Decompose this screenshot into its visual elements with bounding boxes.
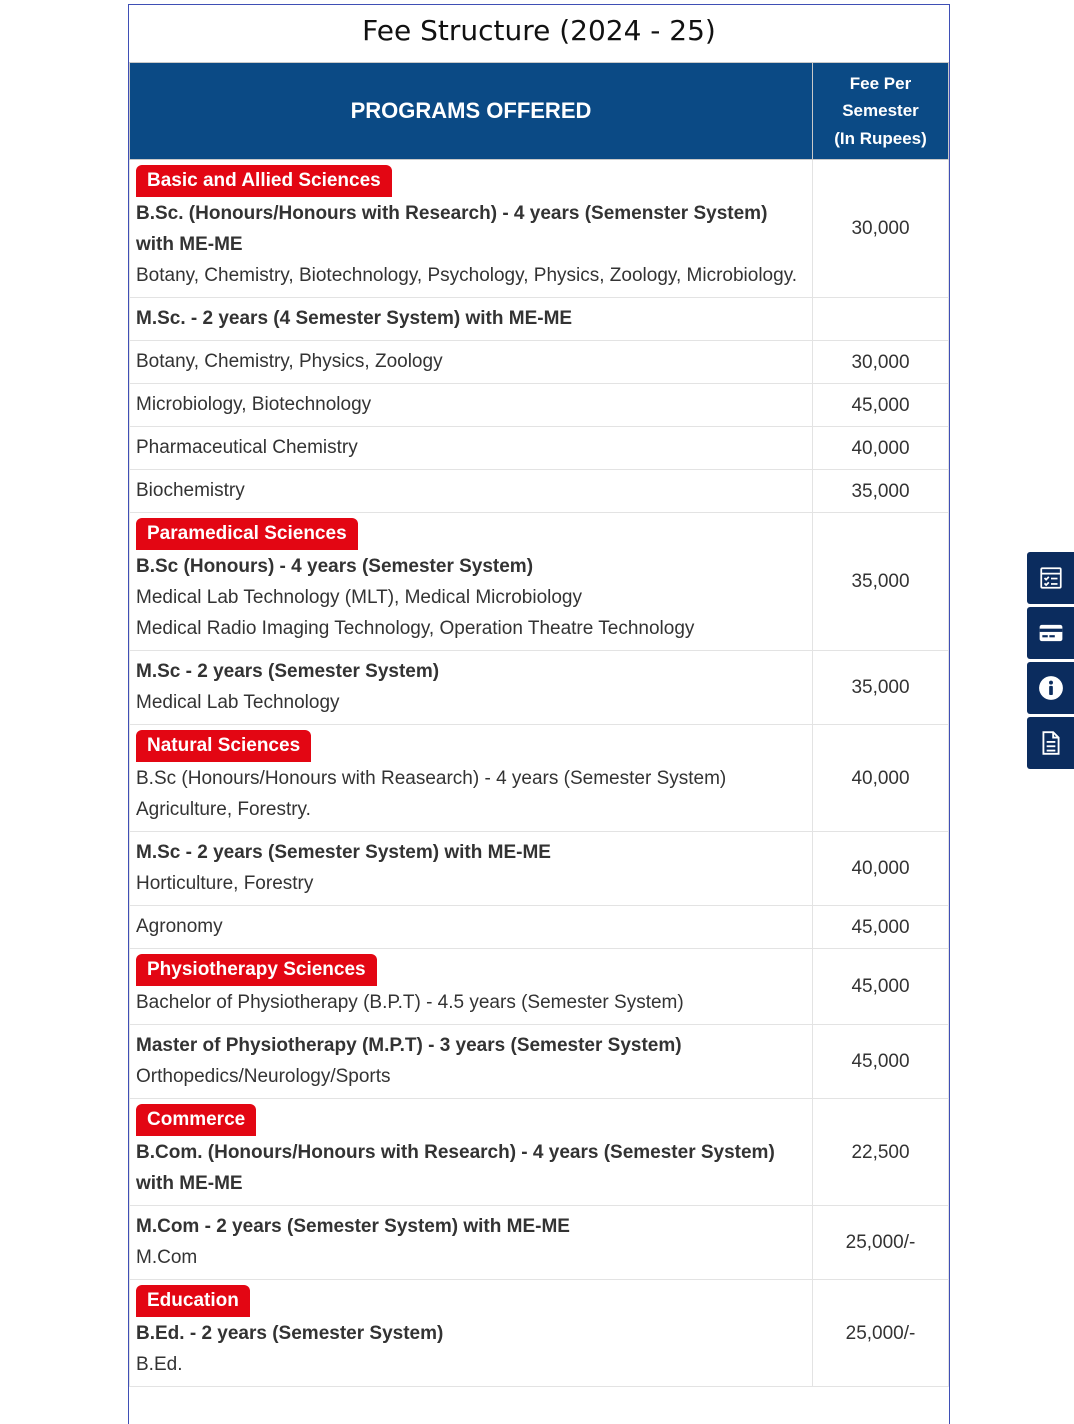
program-title: B.Sc. (Honours/Honours with Research) - …	[136, 203, 768, 255]
programs-header: PROGRAMS OFFERED	[129, 62, 813, 160]
program-subjects: Botany, Chemistry, Biotechnology, Psycho…	[136, 265, 798, 286]
apply-form-icon	[1039, 567, 1062, 589]
program-cell: Education B.Ed. - 2 years (Semester Syste…	[129, 1279, 813, 1387]
fee-cell: 45,000	[812, 948, 949, 1025]
program-cell: M.Sc - 2 years (Semester System) with ME…	[129, 831, 813, 906]
program-subjects: Medical Radio Imaging Technology, Operat…	[136, 618, 695, 639]
fee-structure-panel: Fee Structure (2024 - 25) PROGRAMS OFFER…	[128, 4, 950, 1424]
program-title: B.Sc (Honours) - 4 years (Semester Syste…	[136, 556, 534, 577]
program-cell: Commerce B.Com. (Honours/Honours with Res…	[129, 1098, 813, 1206]
program-cell: Microbiology, Biotechnology	[129, 383, 813, 427]
program-cell: Physiotherapy Sciences Bachelor of Physio…	[129, 948, 813, 1025]
table-row: Natural Sciences B.Sc (Honours/Honours wi…	[129, 724, 949, 832]
program-cell: Natural Sciences B.Sc (Honours/Honours wi…	[129, 724, 813, 832]
category-badge: Paramedical Sciences	[136, 518, 358, 550]
table-row: Physiotherapy Sciences Bachelor of Physio…	[129, 948, 949, 1025]
program-subjects: Agronomy	[136, 916, 223, 937]
fee-cell: 35,000	[812, 512, 949, 651]
brochure-document-icon	[1041, 731, 1060, 755]
category-badge: Basic and Allied Sciences	[136, 165, 392, 197]
side-button-info[interactable]	[1027, 662, 1074, 714]
table-row: M.Sc - 2 years (Semester System) Medical …	[129, 650, 949, 725]
fee-header-line: Fee Per	[849, 73, 912, 93]
fee-cell: 45,000	[812, 905, 949, 949]
program-cell: Pharmaceutical Chemistry	[129, 426, 813, 470]
table-row: M.Com - 2 years (Semester System) with M…	[129, 1205, 949, 1280]
table-row: Pharmaceutical Chemistry 40,000	[129, 426, 949, 470]
fee-cell: 45,000	[812, 383, 949, 427]
table-row: Biochemistry 35,000	[129, 469, 949, 513]
program-subjects: B.Sc (Honours/Honours with Reasearch) - …	[136, 768, 727, 789]
program-subjects: Pharmaceutical Chemistry	[136, 437, 358, 458]
side-button-brochure[interactable]	[1027, 717, 1074, 769]
program-title: M.Sc. - 2 years (4 Semester System) with…	[136, 308, 573, 329]
payment-card-icon	[1039, 624, 1062, 642]
program-cell: Master of Physiotherapy (M.P.T) - 3 year…	[129, 1024, 813, 1099]
fee-cell: 25,000/-	[812, 1279, 949, 1387]
program-subjects: Horticulture, Forestry	[136, 873, 314, 894]
program-subjects: B.Ed.	[136, 1354, 183, 1375]
table-row: Master of Physiotherapy (M.P.T) - 3 year…	[129, 1024, 949, 1099]
fee-cell: 22,500	[812, 1098, 949, 1206]
fee-cell: 40,000	[812, 724, 949, 832]
program-title: B.Com. (Honours/Honours with Research) -…	[136, 1142, 775, 1194]
fee-cell: 40,000	[812, 426, 949, 470]
program-cell: M.Sc - 2 years (Semester System) Medical …	[129, 650, 813, 725]
program-subjects: M.Com	[136, 1247, 198, 1268]
table-row: Microbiology, Biotechnology 45,000	[129, 383, 949, 427]
fee-table: PROGRAMS OFFERED Fee Per Semester (In Ru…	[129, 62, 949, 1387]
fee-cell: 25,000/-	[812, 1205, 949, 1280]
fee-cell: 45,000	[812, 1024, 949, 1099]
program-subjects: Orthopedics/Neurology/Sports	[136, 1066, 391, 1087]
table-row: M.Sc. - 2 years (4 Semester System) with…	[129, 297, 949, 341]
side-button-payment[interactable]	[1027, 607, 1074, 659]
category-badge: Physiotherapy Sciences	[136, 954, 377, 986]
table-row: Botany, Chemistry, Physics, Zoology 30,00…	[129, 340, 949, 384]
table-row: Education B.Ed. - 2 years (Semester Syste…	[129, 1279, 949, 1387]
table-row: M.Sc - 2 years (Semester System) with ME…	[129, 831, 949, 906]
category-badge: Commerce	[136, 1104, 257, 1136]
side-button-apply[interactable]	[1027, 552, 1074, 604]
program-subjects: Microbiology, Biotechnology	[136, 394, 372, 415]
program-subjects: Agriculture, Forestry.	[136, 799, 311, 820]
program-title: Master of Physiotherapy (M.P.T) - 3 year…	[136, 1035, 682, 1056]
category-badge: Education	[136, 1285, 250, 1317]
program-cell: Botany, Chemistry, Physics, Zoology	[129, 340, 813, 384]
program-subjects: Bachelor of Physiotherapy (B.P.T) - 4.5 …	[136, 992, 684, 1013]
fee-header-line: Semester	[842, 101, 919, 121]
fee-cell: 40,000	[812, 831, 949, 906]
fee-header-line: (In Rupees)	[834, 128, 927, 148]
table-row: Commerce B.Com. (Honours/Honours with Res…	[129, 1098, 949, 1206]
info-icon	[1038, 676, 1063, 700]
fee-cell: 35,000	[812, 469, 949, 513]
table-row: Agronomy 45,000	[129, 905, 949, 949]
program-cell: M.Com - 2 years (Semester System) with M…	[129, 1205, 813, 1280]
program-title: B.Ed. - 2 years (Semester System)	[136, 1323, 444, 1344]
category-badge: Natural Sciences	[136, 730, 312, 762]
program-cell: Paramedical Sciences B.Sc (Honours) - 4 y…	[129, 512, 813, 651]
table-header-row: PROGRAMS OFFERED Fee Per Semester (In Ru…	[129, 62, 949, 160]
program-title: M.Com - 2 years (Semester System) with M…	[136, 1216, 570, 1237]
program-cell: Agronomy	[129, 905, 813, 949]
program-subjects: Medical Lab Technology	[136, 692, 340, 713]
fee-cell: 35,000	[812, 650, 949, 725]
program-subjects: Biochemistry	[136, 480, 245, 501]
fee-cell	[812, 297, 949, 341]
table-row: Basic and Allied Sciences B.Sc. (Honours/…	[129, 159, 949, 298]
program-subjects: Medical Lab Technology (MLT), Medical Mi…	[136, 587, 582, 608]
program-cell: M.Sc. - 2 years (4 Semester System) with…	[129, 297, 813, 341]
table-row: Paramedical Sciences B.Sc (Honours) - 4 y…	[129, 512, 949, 651]
fee-cell: 30,000	[812, 340, 949, 384]
fee-header: Fee Per Semester (In Rupees)	[812, 62, 949, 160]
program-title: M.Sc - 2 years (Semester System) with ME…	[136, 842, 551, 863]
program-title: M.Sc - 2 years (Semester System)	[136, 661, 440, 682]
fee-cell: 30,000	[812, 159, 949, 298]
program-cell: Biochemistry	[129, 469, 813, 513]
program-cell: Basic and Allied Sciences B.Sc. (Honours/…	[129, 159, 813, 298]
program-subjects: Botany, Chemistry, Physics, Zoology	[136, 351, 443, 372]
page-title: Fee Structure (2024 - 25)	[362, 14, 716, 47]
